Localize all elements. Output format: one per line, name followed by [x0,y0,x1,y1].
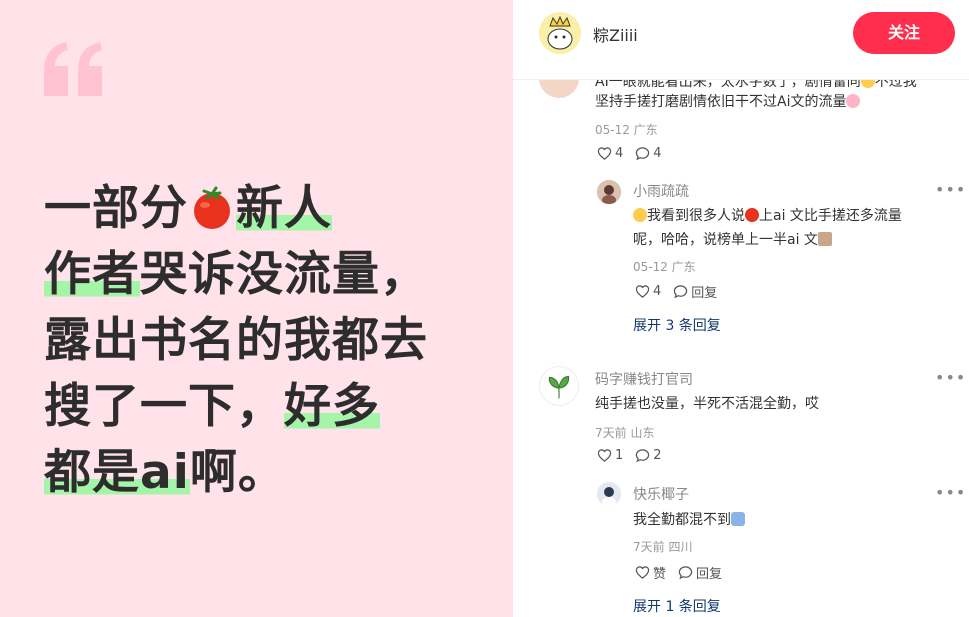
comment-actions: 1 2 [597,448,674,463]
commenter-avatar[interactable] [539,80,579,98]
reply-text-line-2: 呢，哈哈，说榜单上一半ai 文 [633,228,832,252]
heart-icon [635,566,650,579]
heart-icon [635,285,650,298]
comment-actions: 4 4 [597,146,674,161]
comments-panel: 粽Ziiii 关注 AI一眼就能看出来，太水字数了，剧情雷同 不过我 坚持手搓打磨… [513,0,969,617]
comment-author[interactable]: 码字赚钱打官司 [595,369,693,389]
comment-bubble-icon [636,147,650,161]
reply-meta: 7天前 四川 [633,540,693,554]
more-options-icon[interactable]: ••• [935,180,966,199]
quote-mark-icon [40,38,106,100]
comment-meta: 05-12 广东 [595,123,658,137]
reply-text: 我看到很多人说 上ai 文比手搓还多流量 [633,204,902,228]
comment-meta: 7天前 山东 [595,426,655,440]
text-line-1: 一部分 新人 [44,181,332,236]
text-line-4: 搜了一下，好多 [44,379,380,434]
like-button[interactable]: 1 [597,448,623,463]
reply-author[interactable]: 快乐椰子 [633,484,689,504]
laughing-emoji-icon [633,208,647,222]
like-button[interactable]: 4 [635,284,661,299]
author-avatar[interactable] [539,12,581,54]
heart-icon [597,449,612,462]
follow-button[interactable]: 关注 [853,12,955,54]
comment-text: 纯手搓也没量，半死不活混全勤，哎 [595,396,819,412]
emoji-icon [860,80,875,88]
expand-replies-link[interactable]: 展开 3 条回复 [633,315,721,335]
reply-button[interactable]: 回复 [673,282,717,301]
reply-meta: 05-12 广东 [633,260,696,274]
reply-actions: 4 回复 [635,282,729,301]
text-line-5: 都是ai啊。 [44,445,286,500]
reply-count-button[interactable]: 2 [635,448,662,463]
sticker-emoji-icon [817,232,832,246]
tomato-icon [190,182,234,229]
reply-avatar[interactable] [597,180,621,204]
commenter-avatar[interactable] [539,366,579,406]
reply-avatar[interactable] [597,482,621,506]
crying-emoji-icon [846,94,861,108]
like-button[interactable]: 4 [597,146,623,161]
comment-text-line-2: 坚持手搓打磨剧情依旧干不过Ai文的流量 [595,90,861,114]
comment-list: AI一眼就能看出来，太水字数了，剧情雷同 不过我 坚持手搓打磨剧情依旧干不过Ai文… [513,80,969,617]
text-line-2: 作者哭诉没流量， [44,247,428,302]
text-line-3: 露出书名的我都去 [44,313,428,368]
reply-author[interactable]: 小雨疏疏 [633,181,689,201]
comment-bubble-icon [674,285,688,299]
reply-count-button[interactable]: 4 [635,146,662,161]
tomato-icon [745,208,759,222]
sad-emoji-icon [731,512,745,526]
author-name[interactable]: 粽Ziiii [593,22,638,46]
comment-bubble-icon [636,449,650,463]
reply-button[interactable]: 回复 [678,563,722,582]
author-header: 粽Ziiii 关注 [513,0,969,80]
more-options-icon[interactable]: ••• [935,483,966,502]
post-image-text: 一部分 新人 作者哭诉没流量， 露出书名的我都去 搜了一下，好多 都是ai啊。 [44,176,484,506]
heart-icon [597,147,612,160]
expand-replies-link[interactable]: 展开 1 条回复 [633,596,721,616]
post-image: 一部分 新人 作者哭诉没流量， 露出书名的我都去 搜了一下，好多 都是ai啊。 [0,0,513,617]
like-button[interactable]: 赞 [635,563,666,582]
reply-actions: 赞 回复 [635,563,734,582]
reply-text: 我全勤都混不到 [633,508,745,532]
more-options-icon[interactable]: ••• [935,368,966,387]
comment-bubble-icon [678,566,693,580]
